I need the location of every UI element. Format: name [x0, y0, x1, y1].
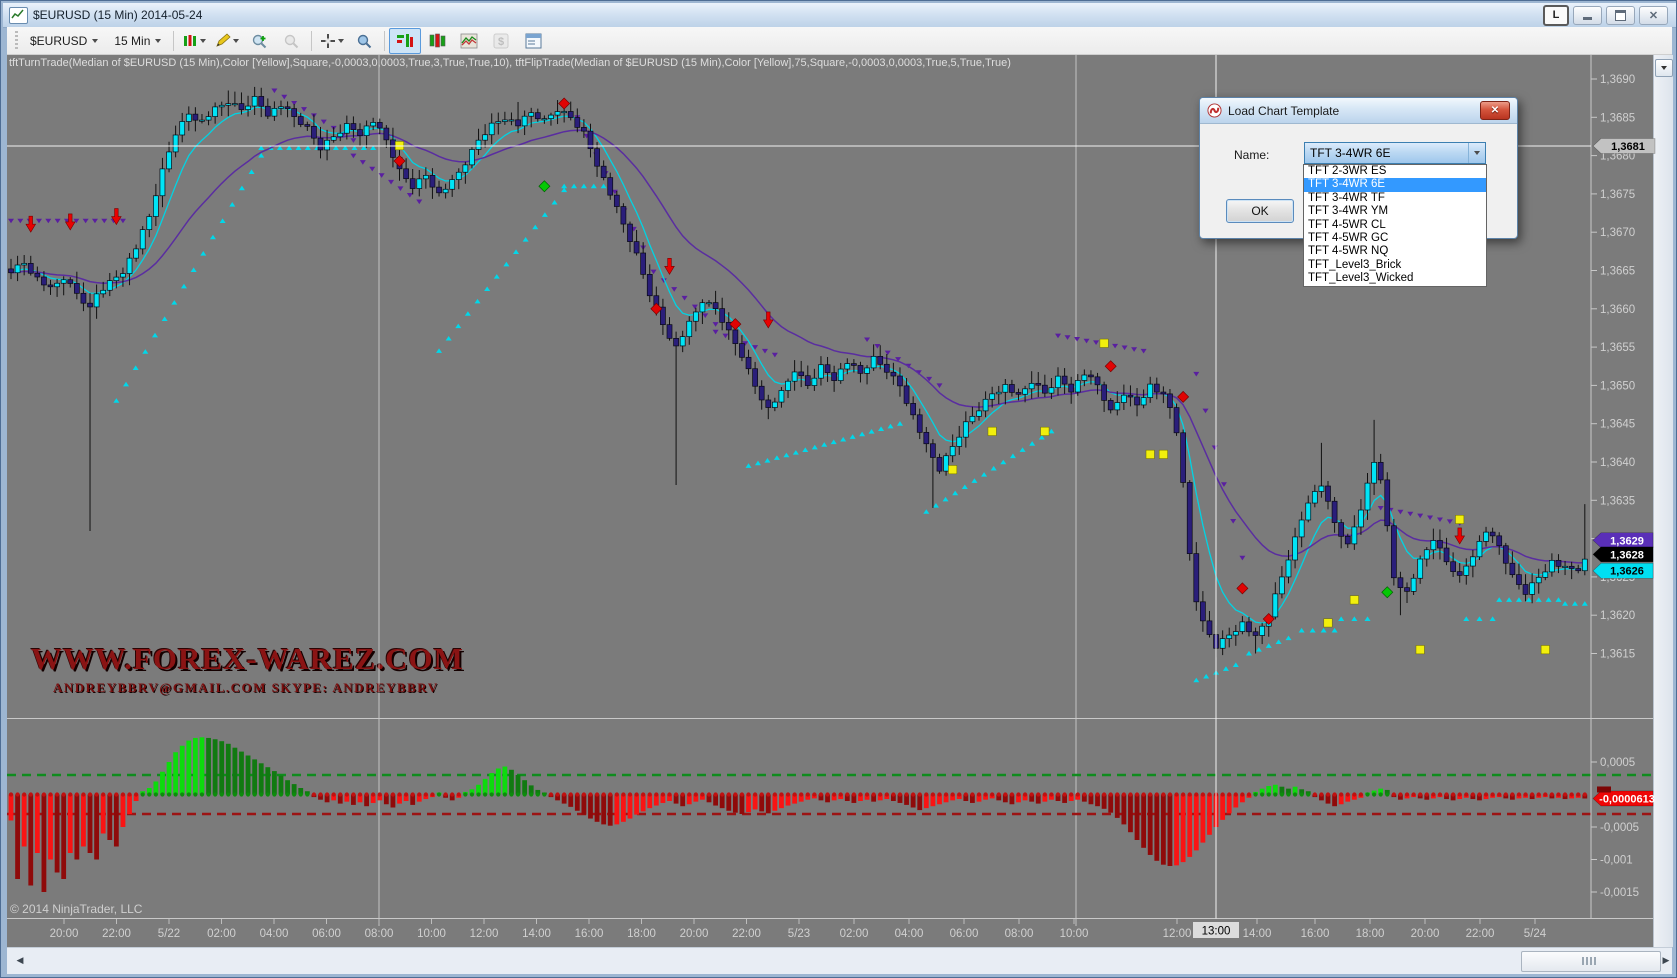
minimize-button[interactable] [1573, 5, 1602, 25]
toolbar-grip[interactable] [15, 30, 18, 51]
scroll-right-button[interactable]: ▶ [1657, 951, 1675, 970]
toolbar: $EURUSD 15 Min $ [7, 27, 1672, 55]
chevron-down-icon [1661, 66, 1667, 70]
magnifier-icon [357, 34, 372, 48]
svg-text:$: $ [498, 36, 504, 48]
pencil-icon [216, 32, 231, 47]
dialog-close-button[interactable]: ✕ [1480, 101, 1510, 120]
crosshair-icon [321, 33, 336, 48]
dialog-title: Load Chart Template [1228, 103, 1340, 118]
template-list-item[interactable]: TFT_Level3_Wicked [1304, 272, 1486, 285]
chart-window-icon [9, 6, 28, 24]
link-button[interactable]: L [1543, 4, 1569, 26]
chart-trader-button[interactable] [421, 28, 453, 54]
instrument-label: $EURUSD [30, 33, 88, 48]
toolbar-separator [384, 30, 386, 51]
restore-icon [1615, 9, 1626, 21]
region-zoom-button[interactable] [348, 28, 380, 54]
template-list-item[interactable]: TFT 3-4WR TF [1304, 192, 1486, 205]
close-button[interactable]: ✕ [1639, 5, 1668, 25]
copyright-label: © 2014 NinjaTrader, LLC [10, 902, 143, 916]
chevron-down-icon [155, 38, 162, 43]
arrow-left-icon: ◀ [16, 955, 24, 965]
scrollbar-thumb[interactable] [1521, 951, 1661, 972]
minimize-icon [1583, 16, 1592, 20]
chevron-down-icon [338, 38, 345, 43]
dialog-title-bar[interactable]: Load Chart Template ✕ [1200, 98, 1517, 124]
zoom-out-icon [284, 34, 299, 48]
drawing-tools-button[interactable] [210, 28, 243, 54]
toolbar-separator [173, 30, 175, 51]
template-list-item[interactable]: TFT_Level3_Brick [1304, 259, 1486, 272]
scroll-left-button[interactable]: ◀ [11, 951, 29, 970]
template-list-item[interactable]: TFT 3-4WR 6E [1304, 178, 1486, 192]
template-list-item[interactable]: TFT 4-5WR CL [1304, 219, 1486, 232]
toolbar-separator [311, 30, 313, 51]
indicator-parameters-label: tftTurnTrade(Median of $EURUSD (15 Min),… [9, 57, 1011, 69]
wave-chart-icon [460, 33, 478, 48]
interval-selector[interactable]: 15 Min [106, 31, 169, 51]
template-list-item[interactable]: TFT 2-3WR ES [1304, 165, 1486, 178]
data-box-button[interactable] [517, 28, 549, 54]
arrow-right-icon: ▶ [1662, 955, 1670, 965]
ninjatrader-logo-icon [1207, 103, 1222, 118]
dollar-icon: $ [493, 33, 509, 48]
combobox-value: TFT 3-4WR 6E [1310, 146, 1391, 160]
template-dropdown-list: TFT 2-3WR ES TFT 3-4WR 6E TFT 3-4WR TF TFT … [1303, 164, 1487, 287]
title-bar[interactable]: $EURUSD (15 Min) 2014-05-24 L ✕ [3, 3, 1676, 28]
zoom-in-button[interactable] [243, 28, 275, 54]
instrument-selector[interactable]: $EURUSD [22, 31, 106, 51]
chart-overlay-button[interactable] [453, 28, 485, 54]
close-icon: ✕ [1490, 105, 1500, 116]
indicators-button[interactable] [389, 27, 422, 54]
restore-button[interactable] [1606, 5, 1635, 25]
axis-menu-button[interactable] [1655, 59, 1673, 77]
interval-label: 15 Min [114, 33, 151, 48]
chart-style-button[interactable] [178, 28, 210, 54]
name-label: Name: [1234, 148, 1270, 162]
crosshair-button[interactable] [316, 28, 348, 54]
horizontal-scrollbar[interactable]: ◀ ▶ [7, 947, 1672, 974]
candlestick-icon [184, 34, 197, 46]
ninjatrader-chart-window: $EURUSD (15 Min) 2014-05-24 L ✕ $EURUSD … [0, 0, 1677, 978]
chevron-down-icon [200, 38, 207, 43]
account-button[interactable]: $ [485, 28, 517, 54]
template-name-combobox[interactable]: TFT 3-4WR 6E [1304, 142, 1486, 164]
bars-panel-icon [430, 33, 446, 47]
template-list-item[interactable]: TFT 3-4WR YM [1304, 205, 1486, 218]
combobox-arrow[interactable] [1468, 143, 1485, 163]
window-title: $EURUSD (15 Min) 2014-05-24 [33, 8, 203, 22]
template-list-item[interactable]: TFT 4-5WR NQ [1304, 245, 1486, 258]
chevron-down-icon [1474, 151, 1480, 155]
template-list-item[interactable]: TFT 4-5WR GC [1304, 232, 1486, 245]
chevron-down-icon [92, 38, 99, 43]
zoom-out-button[interactable] [275, 28, 307, 54]
close-icon: ✕ [1648, 9, 1659, 22]
axis-side-strip [1653, 55, 1673, 947]
indicator-panel-icon [397, 33, 414, 47]
scrollbar-grip-icon [1582, 957, 1596, 965]
data-box-icon [525, 33, 542, 48]
zoom-in-icon [252, 34, 267, 48]
chevron-down-icon [233, 38, 240, 43]
ok-button[interactable]: OK [1226, 199, 1294, 223]
